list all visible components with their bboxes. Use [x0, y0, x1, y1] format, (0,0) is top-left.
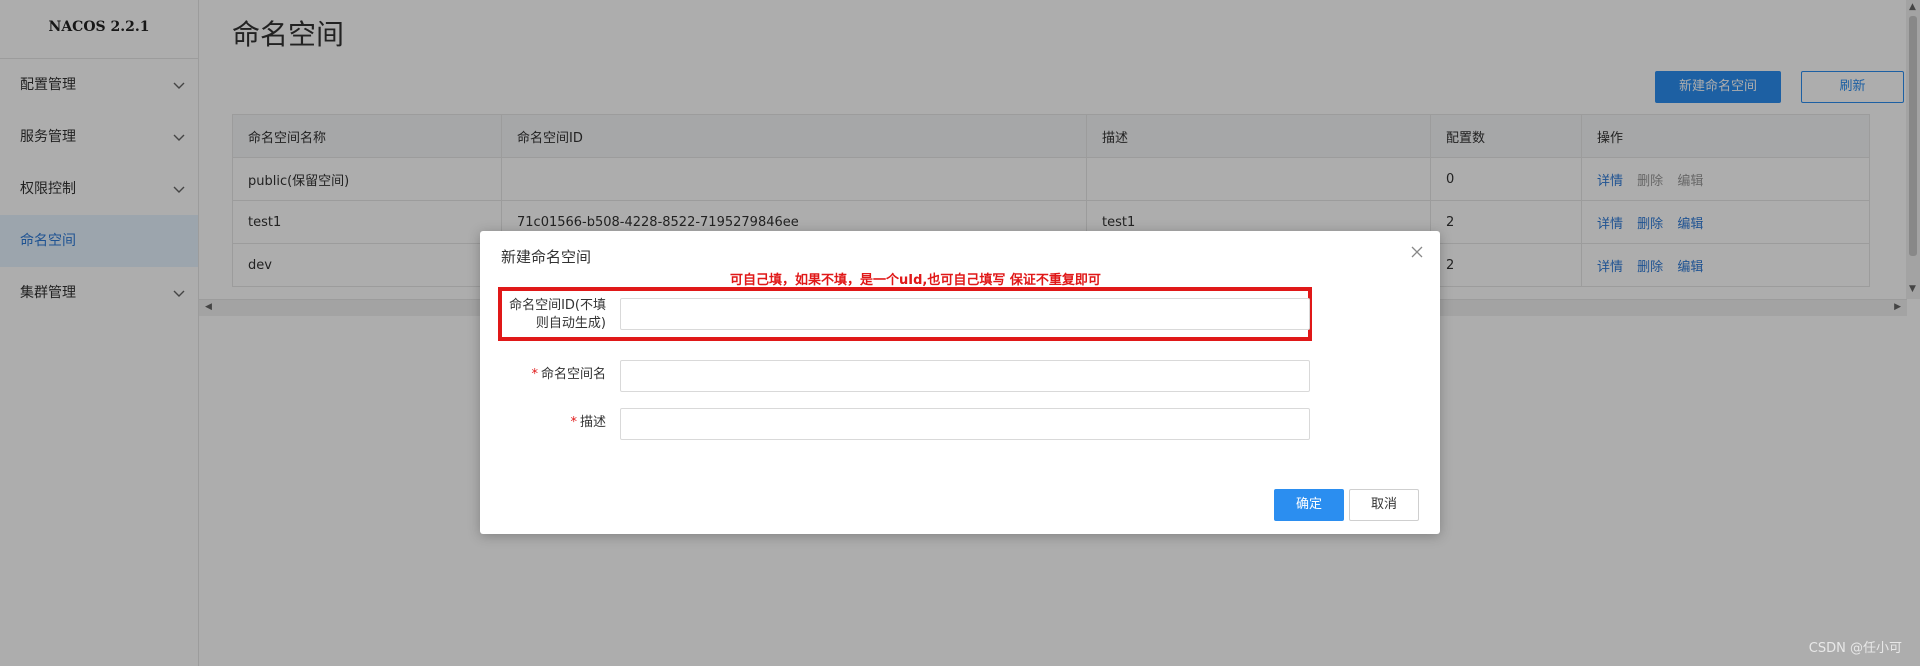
new-namespace-dialog: 新建命名空间 可自己填，如果不填，是一个uId,也可自己填写 保证不重复即可 命…	[480, 231, 1440, 534]
namespace-name-input[interactable]	[620, 360, 1310, 392]
description-input[interactable]	[620, 408, 1310, 440]
required-mark: *	[570, 415, 577, 430]
confirm-button[interactable]: 确定	[1274, 489, 1344, 521]
description-label: * 描述	[486, 414, 606, 432]
cancel-button[interactable]: 取消	[1349, 489, 1419, 521]
label-line: 则自动生成)	[535, 316, 606, 331]
label-line: 命名空间ID(不填	[509, 298, 606, 313]
label-text: 命名空间名	[540, 367, 606, 382]
namespace-name-label: * 命名空间名	[486, 366, 606, 384]
close-icon[interactable]	[1410, 245, 1424, 259]
annotation-text: 可自己填，如果不填，是一个uId,也可自己填写 保证不重复即可	[730, 273, 1101, 288]
namespace-id-label: 命名空间ID(不填 则自动生成)	[486, 297, 606, 333]
watermark: CSDN @任小可	[1808, 641, 1902, 656]
dialog-title: 新建命名空间	[501, 248, 592, 266]
required-mark: *	[531, 367, 538, 382]
namespace-id-input[interactable]	[620, 298, 1310, 330]
label-text: 描述	[579, 415, 606, 430]
